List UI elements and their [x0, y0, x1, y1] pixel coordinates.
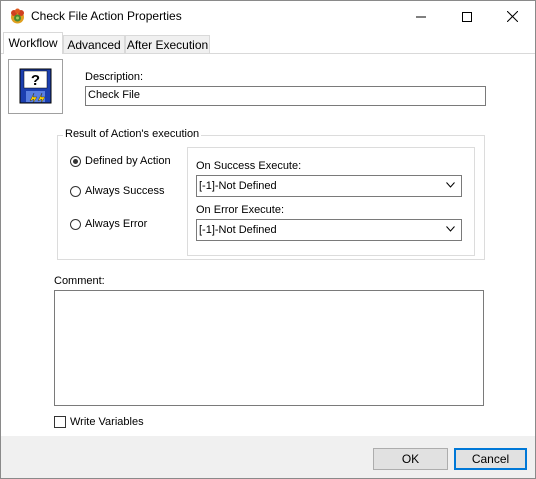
on-error-label: On Error Execute: — [196, 204, 285, 216]
description-label: Description: — [85, 71, 144, 83]
tab-strip: Workflow Advanced After Execution — [1, 32, 535, 54]
radio-button[interactable] — [70, 218, 81, 230]
radio-label: Defined by Action — [85, 155, 171, 167]
radio-button[interactable] — [70, 185, 81, 197]
title-bar[interactable]: Check File Action Properties — [1, 1, 535, 32]
chevron-down-icon — [446, 226, 455, 232]
on-error-value: [-1]-Not Defined — [199, 224, 277, 236]
tab-after-execution[interactable]: After Execution — [125, 35, 210, 53]
on-success-label: On Success Execute: — [196, 160, 302, 172]
comment-field[interactable] — [54, 290, 484, 406]
radio-always-success[interactable]: Always Success — [70, 185, 164, 197]
result-group-title: Result of Action's execution — [63, 128, 202, 140]
action-icon-box: ? — [8, 59, 63, 114]
on-error-select[interactable]: [-1]-Not Defined — [196, 219, 462, 241]
radio-label: Always Success — [85, 185, 165, 197]
minimize-button[interactable] — [398, 1, 443, 32]
maximize-button[interactable] — [444, 1, 489, 32]
workflow-panel: ? Description: Check File Result of Acti… — [1, 53, 535, 437]
dialog-window: Check File Action Properties Workflow Ad… — [0, 0, 536, 479]
close-button[interactable] — [490, 1, 535, 32]
svg-text:?: ? — [31, 72, 40, 89]
execute-targets-box: On Success Execute: [-1]-Not Defined On … — [187, 147, 475, 256]
comment-label: Comment: — [54, 275, 105, 287]
description-field[interactable]: Check File — [85, 86, 486, 106]
close-icon — [507, 11, 518, 22]
tab-advanced[interactable]: Advanced — [63, 35, 125, 53]
write-variables-label: Write Variables — [70, 416, 144, 428]
on-success-select[interactable]: [-1]-Not Defined — [196, 175, 462, 197]
chevron-down-icon — [446, 182, 455, 188]
gear-flower-icon — [9, 8, 26, 25]
radio-label: Always Error — [85, 218, 148, 230]
ok-button[interactable]: OK — [373, 448, 448, 470]
result-groupbox: Result of Action's execution Defined by … — [57, 128, 485, 260]
window-title: Check File Action Properties — [31, 9, 182, 23]
cancel-button[interactable]: Cancel — [454, 448, 527, 470]
radio-defined-by-action[interactable]: Defined by Action — [70, 155, 171, 167]
write-variables-checkbox[interactable] — [54, 416, 66, 428]
radio-button[interactable] — [70, 155, 81, 167]
tab-workflow[interactable]: Workflow — [3, 32, 63, 54]
radio-always-error[interactable]: Always Error — [70, 218, 147, 230]
minimize-icon — [415, 16, 426, 17]
maximize-icon — [461, 11, 472, 22]
button-bar: OK Cancel — [1, 436, 535, 478]
floppy-question-icon: ? — [19, 68, 52, 104]
on-success-value: [-1]-Not Defined — [199, 180, 277, 192]
write-variables-checkbox-row[interactable]: Write Variables — [54, 416, 144, 428]
